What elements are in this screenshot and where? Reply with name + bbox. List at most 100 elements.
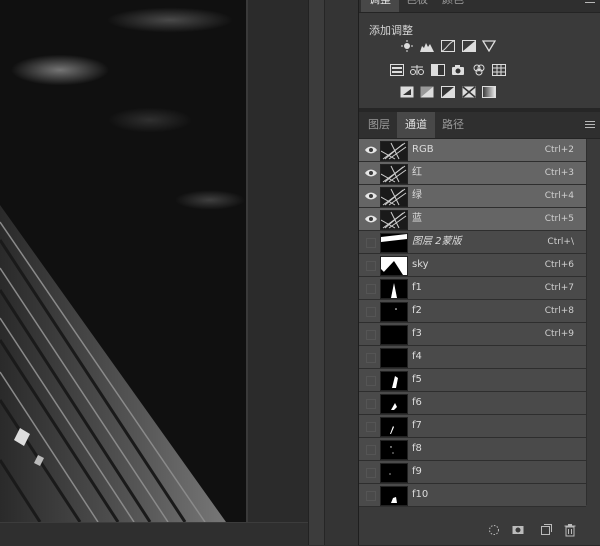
threshold-icon[interactable] — [441, 86, 455, 98]
channel-row[interactable]: f4 — [359, 346, 586, 369]
add-adjustment-title: 添加调整 — [369, 24, 413, 37]
tab-layers[interactable]: 图层 — [361, 112, 397, 138]
channels-menu-icon[interactable] — [585, 121, 595, 129]
channel-name: f10 — [412, 489, 429, 500]
visibility-toggle[interactable] — [366, 445, 376, 455]
channel-shortcut: Ctrl+9 — [544, 329, 574, 339]
eye-icon[interactable] — [363, 188, 379, 204]
channel-shortcut: Ctrl+4 — [544, 191, 574, 201]
tab-adjustments[interactable]: 调整 — [361, 0, 399, 12]
channel-shortcut: Ctrl+6 — [544, 260, 574, 270]
curves-icon[interactable] — [441, 40, 455, 52]
visibility-toggle[interactable] — [366, 284, 376, 294]
channel-row[interactable]: f7 — [359, 415, 586, 438]
visibility-toggle[interactable] — [366, 376, 376, 386]
color-balance-icon[interactable] — [410, 64, 424, 76]
channel-thumbnail — [380, 210, 408, 230]
channel-mixer-icon[interactable] — [472, 64, 486, 76]
vibrance-icon[interactable] — [482, 40, 496, 52]
collapsed-dock — [324, 0, 359, 545]
channel-thumbnail — [380, 256, 408, 276]
exposure-icon[interactable] — [462, 40, 476, 52]
black-white-icon[interactable] — [431, 64, 445, 76]
channel-name: sky — [412, 259, 429, 270]
visibility-toggle[interactable] — [366, 399, 376, 409]
channel-name: f3 — [412, 328, 422, 339]
status-bar — [0, 522, 358, 546]
channel-row[interactable]: f9 — [359, 461, 586, 484]
tab-paths[interactable]: 路径 — [435, 112, 471, 138]
channel-row[interactable]: f1 Ctrl+7 — [359, 277, 586, 300]
channel-row[interactable]: f8 — [359, 438, 586, 461]
visibility-toggle[interactable] — [366, 238, 376, 248]
channel-thumbnail — [380, 417, 408, 437]
channel-row[interactable]: f2 Ctrl+8 — [359, 300, 586, 323]
channel-thumbnail — [380, 440, 408, 460]
channel-row[interactable]: 图层 2蒙版 Ctrl+\ — [359, 231, 586, 254]
delete-channel-icon[interactable] — [563, 523, 577, 537]
channel-thumbnail — [380, 164, 408, 184]
channel-thumbnail — [380, 486, 408, 506]
load-selection-icon[interactable] — [487, 523, 501, 537]
channel-shortcut: Ctrl+8 — [544, 306, 574, 316]
channel-name: f2 — [412, 305, 422, 316]
brightness-contrast-icon[interactable] — [400, 40, 414, 52]
color-lookup-icon[interactable] — [492, 64, 506, 76]
visibility-toggle[interactable] — [366, 468, 376, 478]
hue-saturation-icon[interactable] — [390, 64, 404, 76]
channel-thumbnail — [380, 463, 408, 483]
channel-row[interactable]: f5 — [359, 369, 586, 392]
dock-strip — [308, 0, 325, 545]
posterize-icon[interactable] — [420, 86, 434, 98]
tab-channels[interactable]: 通道 — [397, 112, 435, 138]
channel-row[interactable]: 绿 Ctrl+4 — [359, 185, 586, 208]
selective-color-icon[interactable] — [462, 86, 476, 98]
visibility-toggle[interactable] — [366, 307, 376, 317]
tab-color[interactable]: 颜色 — [435, 0, 471, 12]
channel-name: 图层 2蒙版 — [412, 236, 462, 247]
channel-thumbnail — [380, 187, 408, 207]
adjustment-row-1 — [359, 40, 600, 56]
panel-menu-icon[interactable] — [585, 0, 595, 4]
gradient-map-icon[interactable] — [482, 86, 496, 98]
channel-thumbnail — [380, 371, 408, 391]
channel-name: f4 — [412, 351, 422, 362]
channel-list-scrollbar[interactable] — [586, 139, 600, 505]
photo-filter-icon[interactable] — [451, 64, 465, 76]
new-channel-icon[interactable] — [539, 523, 553, 537]
channel-shortcut: Ctrl+5 — [544, 214, 574, 224]
adjustment-row-3 — [359, 86, 600, 102]
channel-row[interactable]: 蓝 Ctrl+5 — [359, 208, 586, 231]
building-photo — [0, 205, 226, 522]
channel-row[interactable]: RGB Ctrl+2 — [359, 139, 586, 162]
channel-name: f6 — [412, 397, 422, 408]
visibility-toggle[interactable] — [366, 330, 376, 340]
channel-row[interactable]: f3 Ctrl+9 — [359, 323, 586, 346]
channel-row[interactable]: sky Ctrl+6 — [359, 254, 586, 277]
channel-thumbnail — [380, 325, 408, 345]
pasteboard — [248, 0, 308, 522]
save-selection-icon[interactable] — [511, 523, 525, 537]
invert-icon[interactable] — [400, 86, 414, 98]
channel-row[interactable]: 红 Ctrl+3 — [359, 162, 586, 185]
tab-swatches[interactable]: 色板 — [399, 0, 435, 12]
channel-row[interactable]: f6 — [359, 392, 586, 415]
channel-name: 绿 — [412, 190, 422, 201]
eye-icon[interactable] — [363, 211, 379, 227]
channel-thumbnail — [380, 141, 408, 161]
channel-thumbnail — [380, 302, 408, 322]
visibility-toggle[interactable] — [366, 353, 376, 363]
document-canvas[interactable] — [0, 0, 246, 522]
visibility-toggle[interactable] — [366, 261, 376, 271]
channel-name: f5 — [412, 374, 422, 385]
channel-thumbnail — [380, 348, 408, 368]
channel-row[interactable]: f10 — [359, 484, 586, 507]
visibility-toggle[interactable] — [366, 491, 376, 501]
levels-icon[interactable] — [420, 40, 434, 52]
eye-icon[interactable] — [363, 165, 379, 181]
channel-name: RGB — [412, 144, 434, 155]
visibility-toggle[interactable] — [366, 422, 376, 432]
channel-name: f1 — [412, 282, 422, 293]
eye-icon[interactable] — [363, 142, 379, 158]
adjustments-tabbar: 调整 色板 颜色 — [359, 0, 600, 13]
